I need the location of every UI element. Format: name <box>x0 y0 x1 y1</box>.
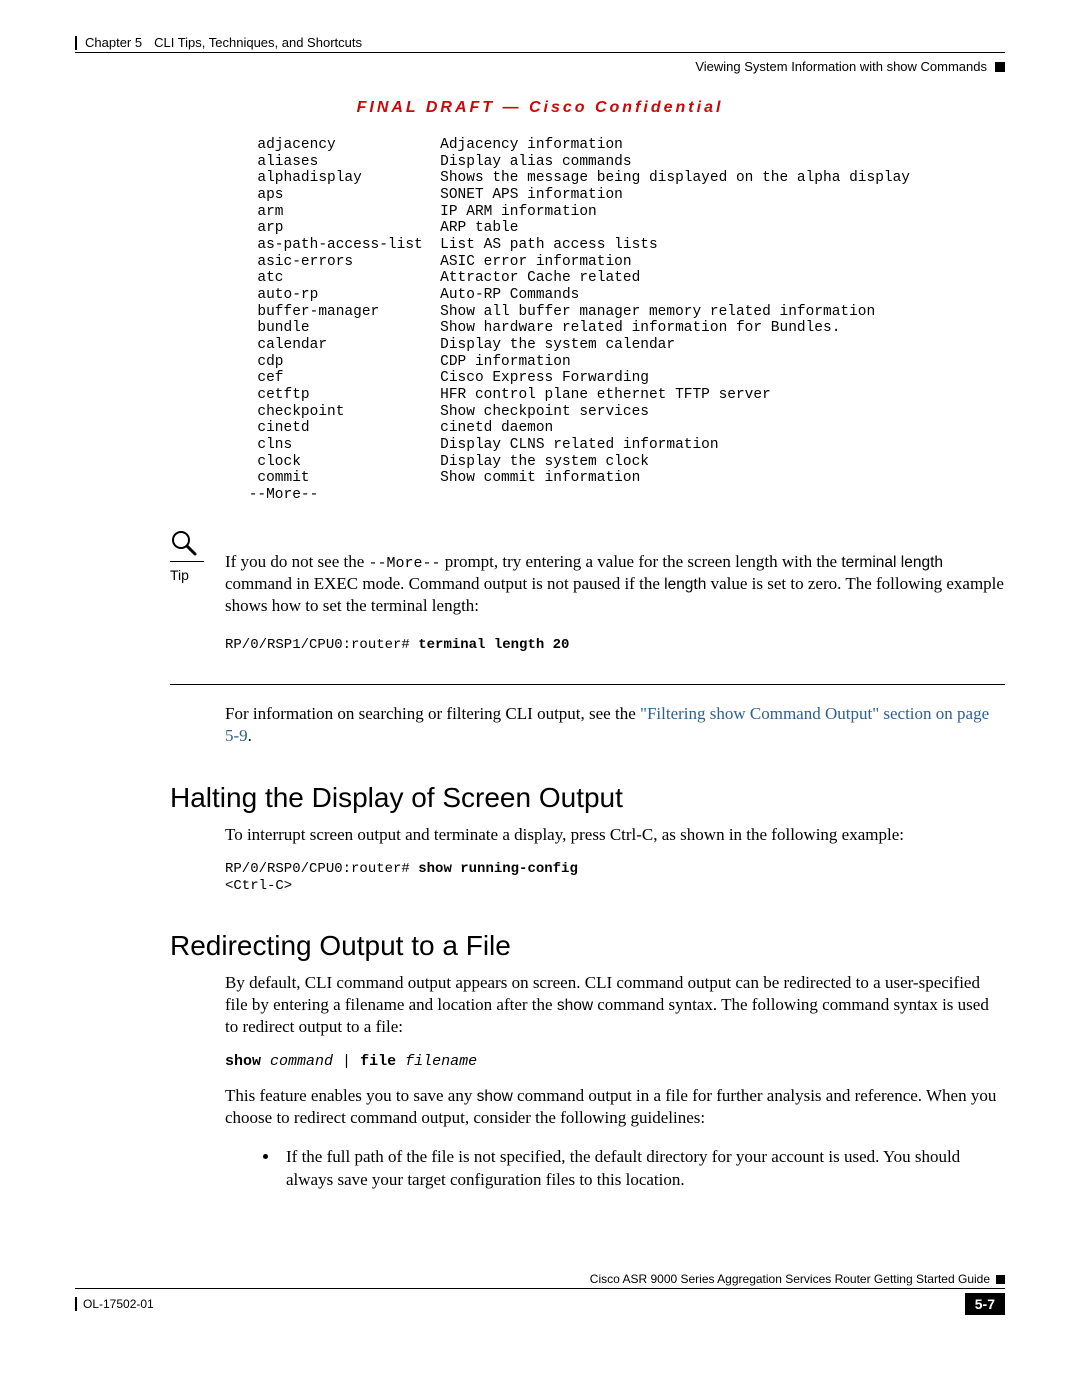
section-redirect-title: Redirecting Output to a File <box>170 930 1005 962</box>
confidential-banner: FINAL DRAFT — Cisco Confidential <box>75 99 1005 117</box>
header-bar: Chapter 5 CLI Tips, Techniques, and Shor… <box>75 35 1005 53</box>
redirect-bullets: If the full path of the file is not spec… <box>240 1146 1005 1192</box>
show-word-1: show <box>557 997 593 1014</box>
syntax-command: command <box>270 1053 333 1070</box>
tip-pre: If you do not see the <box>225 552 369 571</box>
syntax-pipe: | <box>333 1053 360 1070</box>
halting-prompt: RP/0/RSP0/CPU0:router# <box>225 861 418 877</box>
more-prompt: --More-- <box>369 555 441 572</box>
footer: Cisco ASR 9000 Series Aggregation Servic… <box>75 1272 1005 1315</box>
redirect-body2: This feature enables you to save any sho… <box>225 1085 1005 1129</box>
bullet-item: If the full path of the file is not spec… <box>280 1146 1005 1192</box>
syntax-show: show <box>225 1053 261 1070</box>
syntax-filename: filename <box>405 1053 477 1070</box>
halting-ctrlc: <Ctrl-C> <box>225 878 292 894</box>
magnifier-icon <box>170 529 198 557</box>
footer-guide: Cisco ASR 9000 Series Aggregation Servic… <box>590 1272 990 1286</box>
chapter-number: Chapter 5 <box>85 35 142 50</box>
section-halting-title: Halting the Display of Screen Output <box>170 782 1005 814</box>
footer-vline <box>75 1297 77 1311</box>
filter-info-text: For information on searching or filterin… <box>225 703 1005 747</box>
footer-doc-id: OL-17502-01 <box>83 1297 154 1311</box>
page-number: 5-7 <box>965 1293 1005 1315</box>
tip-icon-column: Tip <box>170 529 225 583</box>
cmd1-command: terminal length 20 <box>418 637 569 653</box>
cmd1-prompt: RP/0/RSP1/CPU0:router# <box>225 637 418 653</box>
header-vline <box>75 36 77 50</box>
tip-label: Tip <box>170 567 189 583</box>
redirect-b2a: This feature enables you to save any <box>225 1086 477 1105</box>
tip-mid2: command in EXEC mode. Command output is … <box>225 574 664 593</box>
section-right: Viewing System Information with show Com… <box>695 59 987 74</box>
filter-post: . <box>248 726 252 745</box>
terminal-length-cmd: terminal length <box>841 554 943 571</box>
redirect-body1: By default, CLI command output appears o… <box>225 972 1005 1038</box>
length-word: length <box>664 576 706 593</box>
divider <box>170 684 1005 685</box>
cli-output-listing: adjacency Adjacency information aliases … <box>240 137 1005 504</box>
tip-block: Tip If you do not see the --More-- promp… <box>170 529 1005 654</box>
redirect-syntax: show command | file filename <box>225 1053 1005 1070</box>
header-sub: Viewing System Information with show Com… <box>75 59 1005 74</box>
filter-pre: For information on searching or filterin… <box>225 704 640 723</box>
show-word-2: show <box>477 1088 513 1105</box>
section-halting-body: To interrupt screen output and terminate… <box>225 824 1005 846</box>
header-square-icon <box>995 62 1005 72</box>
tip-text: If you do not see the --More-- prompt, t… <box>225 529 1005 654</box>
halting-cmd: show running-config <box>418 861 578 877</box>
tip-mid1: prompt, try entering a value for the scr… <box>441 552 842 571</box>
chapter-title: CLI Tips, Techniques, and Shortcuts <box>154 35 362 50</box>
footer-square-icon <box>996 1275 1005 1284</box>
halting-code: RP/0/RSP0/CPU0:router# show running-conf… <box>225 861 1005 895</box>
syntax-file: file <box>360 1053 396 1070</box>
